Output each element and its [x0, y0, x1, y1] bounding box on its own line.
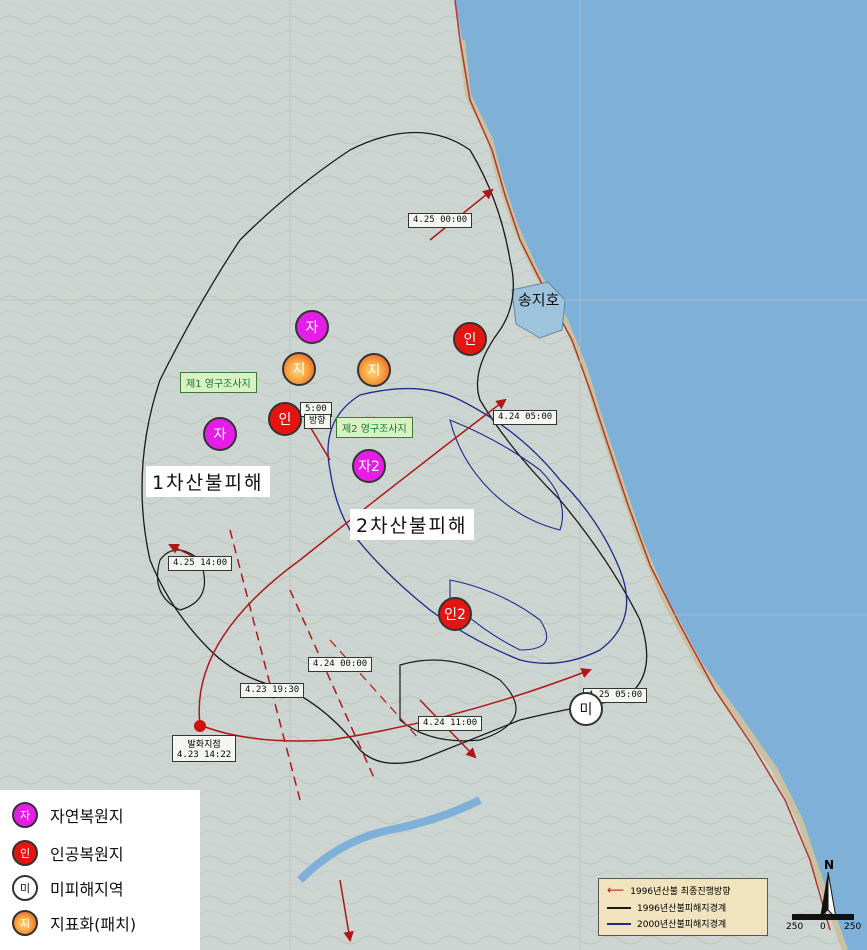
ignition-point	[194, 720, 206, 732]
artificial-restoration-marker: 인	[453, 322, 487, 356]
time-label-t5: 4.23 19:30	[240, 683, 305, 698]
time-label-t4: 4.24 00:00	[308, 657, 373, 672]
surface-patch-marker: 지	[282, 352, 316, 386]
north-label: N	[824, 858, 835, 872]
time-label-t8-direction: 방향	[304, 414, 331, 429]
time-label-t1: 4.25 00:00	[408, 213, 473, 228]
origin-title: 발화지점	[187, 740, 221, 750]
time-label-t6: 4.24 11:00	[418, 716, 483, 731]
blue-line-icon	[607, 922, 631, 925]
line-legend-label: 1996년산불 최종진행방향	[630, 886, 731, 897]
line-legend-item: 1996년산불피해지경계	[607, 901, 726, 914]
scale-label-left: 250	[786, 922, 804, 932]
legend: 자 자연복원지 인 인공복원지 미 미피해지역 지 지표화(패치)	[0, 790, 200, 950]
surface-patch-marker: 지	[357, 353, 391, 387]
legend-label: 자연복원지	[50, 807, 124, 826]
scale-label-right: 250	[844, 922, 862, 932]
legend-artificial-icon: 인	[12, 840, 38, 866]
origin-label: 발화지점 4.23 14:22	[172, 735, 237, 762]
scale-label-middle: 0	[820, 922, 826, 932]
time-label-t3: 4.25 14:00	[168, 556, 233, 571]
first-fire-damage-label: 1차산불피해	[146, 466, 270, 497]
natural-restoration-marker-2: 자2	[352, 449, 386, 483]
legend-item: 지 지표화(패치)	[12, 910, 136, 936]
line-legend: ⟵ 1996년산불 최종진행방향 1996년산불피해지경계 2000년산불피해지…	[598, 878, 768, 936]
second-fire-damage-label: 2차산불피해	[350, 509, 474, 540]
line-legend-item: 2000년산불피해지경계	[607, 917, 726, 930]
time-label-t2: 4.24 05:00	[493, 410, 558, 425]
line-legend-label: 2000년산불피해지경계	[637, 920, 727, 930]
artificial-restoration-marker: 인	[268, 402, 302, 436]
survey-site-1: 제1 영구조사지	[180, 372, 257, 393]
line-legend-label: 1996년산불피해지경계	[637, 904, 727, 914]
artificial-restoration-marker-2: 인2	[438, 597, 472, 631]
legend-patch-icon: 지	[12, 910, 38, 936]
survey-site-2: 제2 영구조사지	[336, 417, 413, 438]
line-legend-item: ⟵ 1996년산불 최종진행방향	[607, 883, 731, 897]
natural-restoration-marker: 자	[295, 310, 329, 344]
legend-item: 인 인공복원지	[12, 840, 124, 866]
legend-unburned-icon: 미	[12, 875, 38, 901]
black-line-icon	[607, 906, 631, 909]
legend-label: 미피해지역	[50, 880, 124, 899]
lake-label: 송지호	[518, 291, 560, 309]
unburned-area-marker: 미	[569, 692, 603, 726]
north-arrow: N	[806, 858, 856, 946]
legend-label: 인공복원지	[50, 845, 124, 864]
natural-restoration-marker: 자	[203, 417, 237, 451]
legend-item: 자 자연복원지	[12, 802, 124, 828]
origin-time: 4.23 14:22	[177, 750, 232, 760]
legend-label: 지표화(패치)	[50, 915, 137, 934]
red-arrow-icon: ⟵	[607, 883, 625, 897]
scale-bar	[792, 914, 854, 920]
legend-natural-icon: 자	[12, 802, 38, 828]
legend-item: 미 미피해지역	[12, 875, 124, 901]
